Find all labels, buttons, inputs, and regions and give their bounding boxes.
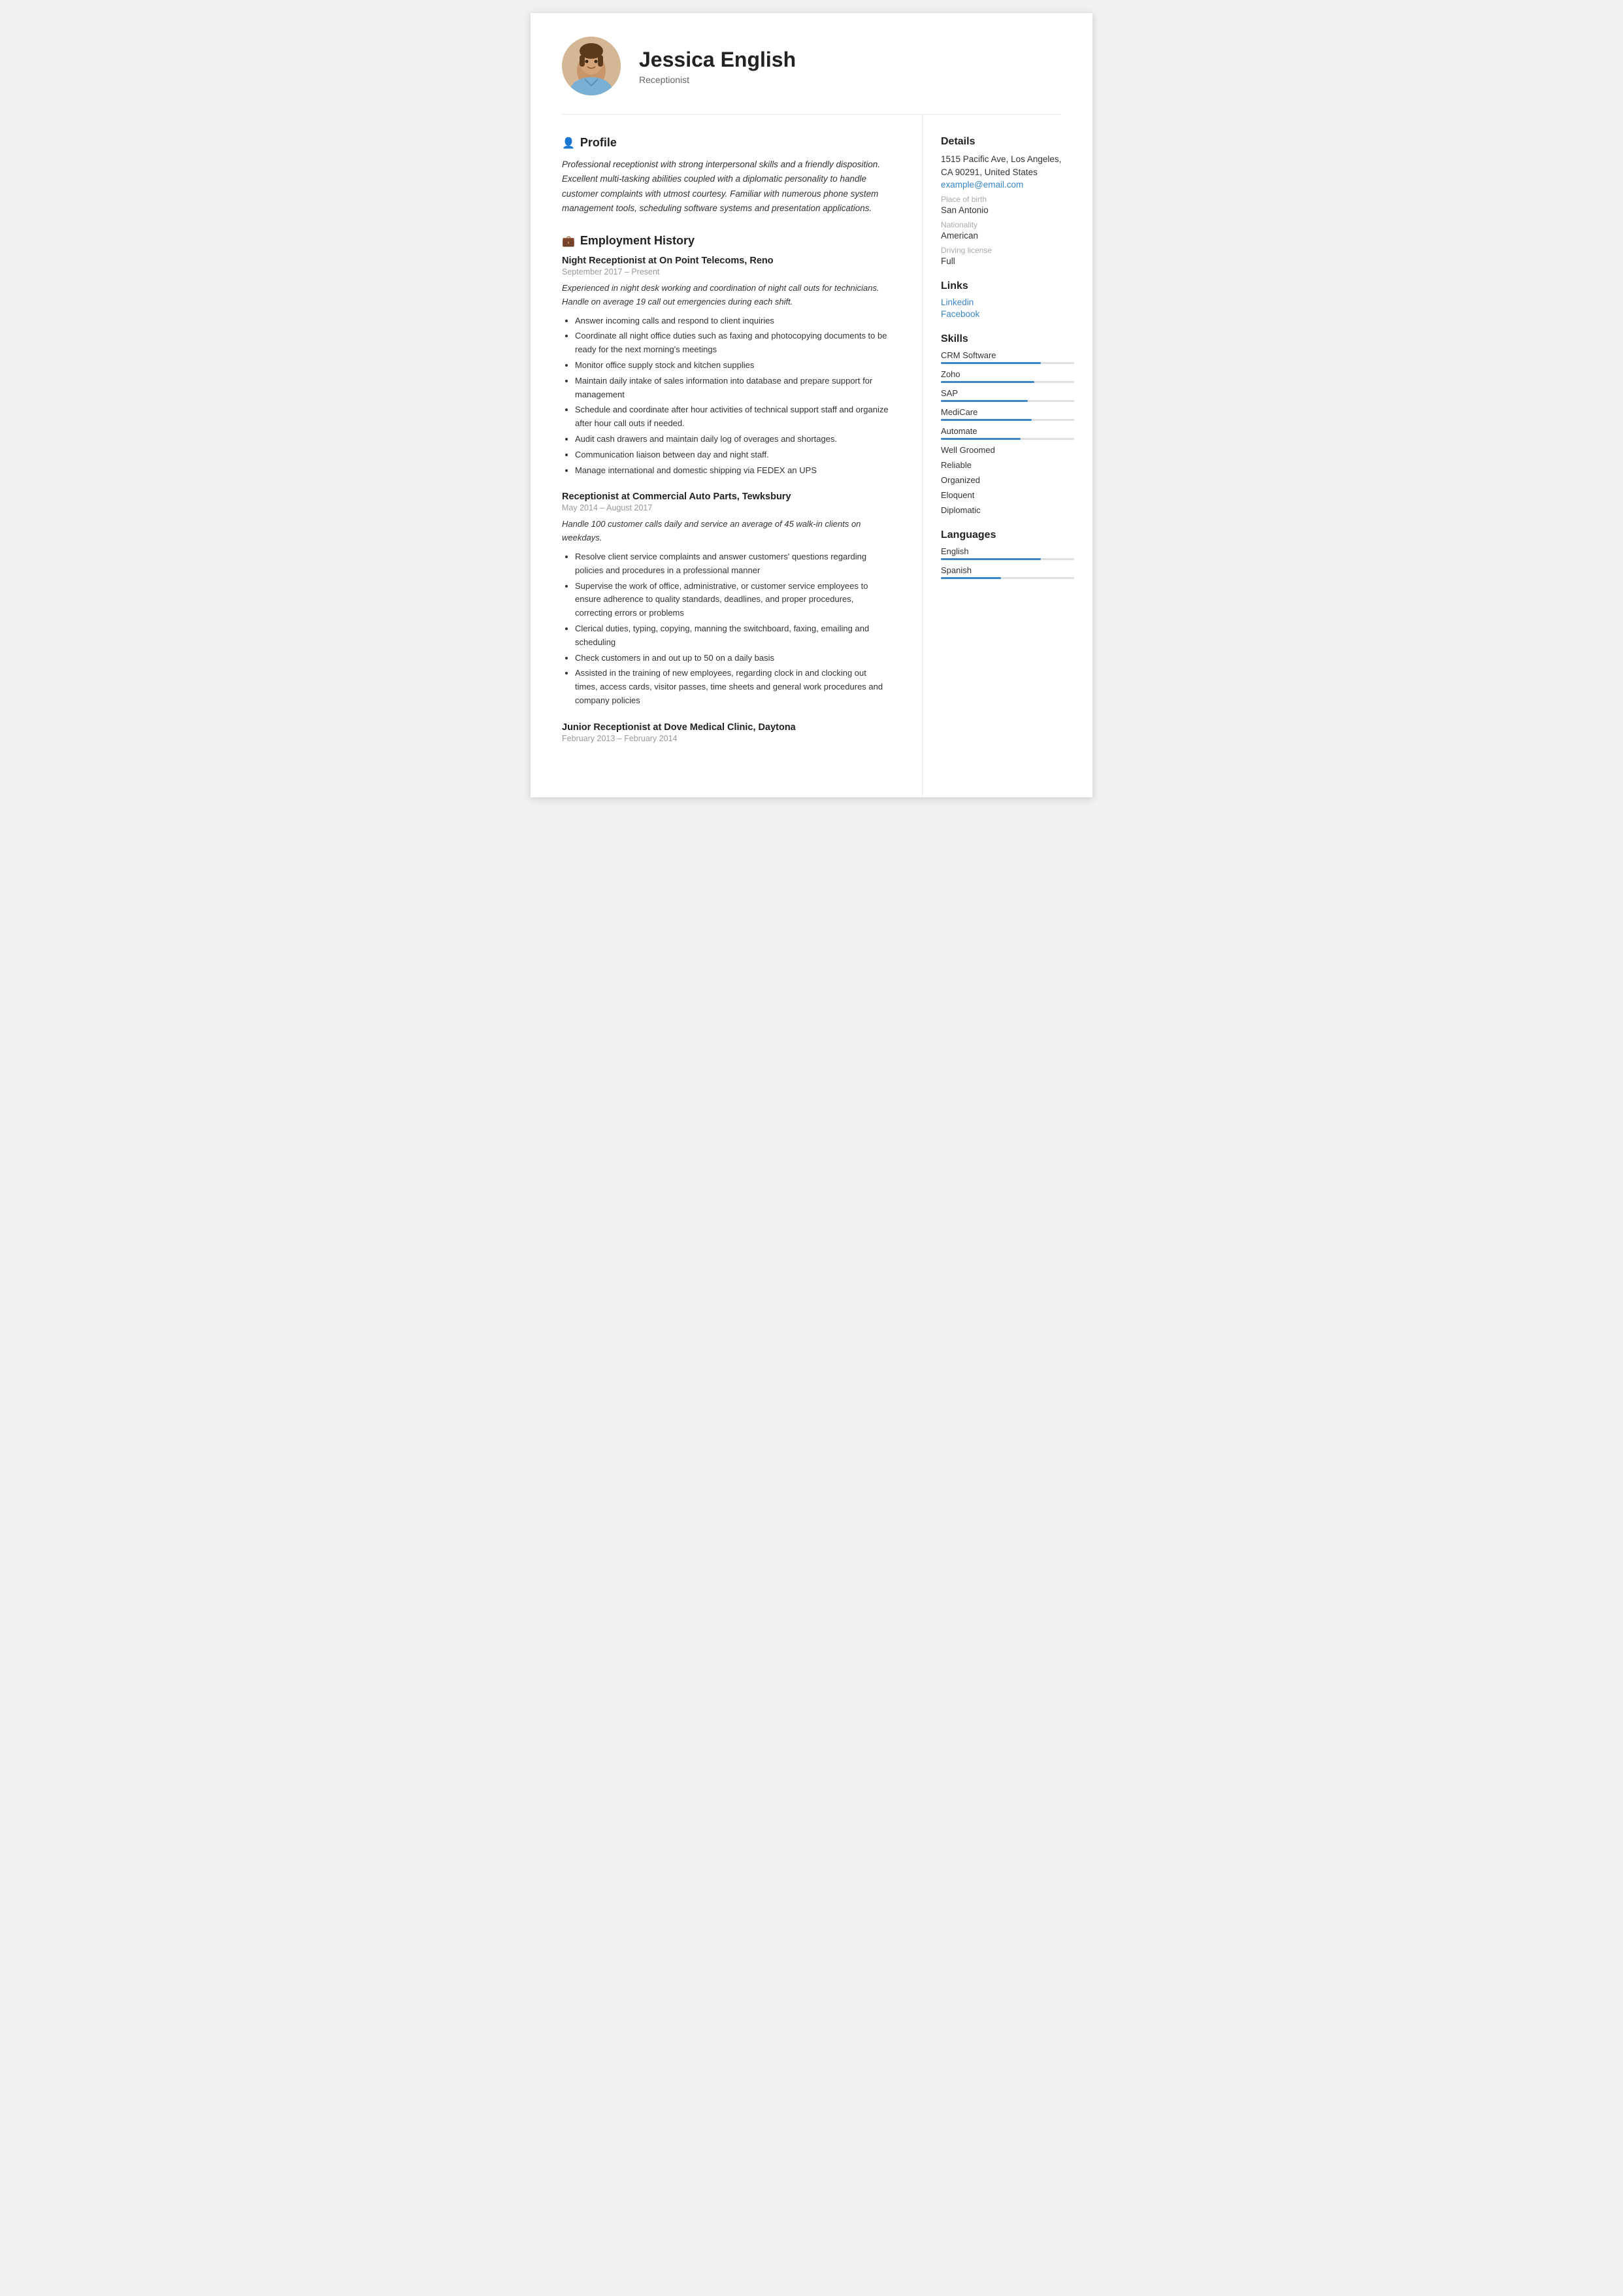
job-2: Receptionist at Commercial Auto Parts, T… xyxy=(562,491,891,707)
list-item: Coordinate all night office duties such … xyxy=(575,329,891,357)
skill-crm-name: CRM Software xyxy=(941,350,1074,360)
skill-crm-bar-bg xyxy=(941,362,1074,364)
place-of-birth-value: San Antonio xyxy=(941,205,1074,215)
skills-title: Skills xyxy=(941,333,1074,345)
linkedin-link[interactable]: Linkedin xyxy=(941,297,1074,307)
header: Jessica English Receptionist xyxy=(531,13,1092,114)
skill-eloquent: Eloquent xyxy=(941,490,1074,500)
header-info: Jessica English Receptionist xyxy=(639,47,796,85)
profile-icon: 👤 xyxy=(562,137,575,150)
candidate-title: Receptionist xyxy=(639,75,796,85)
job-1: Night Receptionist at On Point Telecoms,… xyxy=(562,256,891,477)
employment-section: 💼 Employment History Night Receptionist … xyxy=(562,234,891,743)
links-title: Links xyxy=(941,280,1074,292)
employment-section-title: 💼 Employment History xyxy=(562,234,891,248)
job-3-dates: February 2013 – February 2014 xyxy=(562,734,891,743)
job-2-desc: Handle 100 customer calls daily and serv… xyxy=(562,518,891,545)
job-2-title: Receptionist at Commercial Auto Parts, T… xyxy=(562,491,891,502)
detail-email: example@email.com xyxy=(941,180,1074,190)
lang-spanish-bar-bg xyxy=(941,577,1074,579)
lang-spanish-name: Spanish xyxy=(941,565,1074,575)
skill-medicare-bar-bg xyxy=(941,419,1074,421)
avatar xyxy=(562,37,621,95)
resume-container: Jessica English Receptionist 👤 Profile P… xyxy=(531,13,1092,797)
job-2-bullets: Resolve client service complaints and an… xyxy=(562,550,891,708)
skill-reliable-name: Reliable xyxy=(941,460,1074,470)
profile-text: Professional receptionist with strong in… xyxy=(562,158,891,216)
main-column: 👤 Profile Professional receptionist with… xyxy=(531,115,923,797)
list-item: Audit cash drawers and maintain daily lo… xyxy=(575,433,891,446)
skill-sap-bar-fill xyxy=(941,400,1028,402)
facebook-link[interactable]: Facebook xyxy=(941,309,1074,319)
nationality-label: Nationality xyxy=(941,220,1074,229)
candidate-name: Jessica English xyxy=(639,47,796,72)
profile-section-title: 👤 Profile xyxy=(562,136,891,150)
profile-section: 👤 Profile Professional receptionist with… xyxy=(562,136,891,216)
skill-zoho-bar-fill xyxy=(941,381,1034,383)
list-item: Assisted in the training of new employee… xyxy=(575,667,891,707)
languages-title: Languages xyxy=(941,529,1074,541)
skill-automate-name: Automate xyxy=(941,426,1074,436)
links-section: Links Linkedin Facebook xyxy=(941,280,1074,319)
resume-body: 👤 Profile Professional receptionist with… xyxy=(531,115,1092,797)
skill-automate: Automate xyxy=(941,426,1074,440)
skill-well-groomed-name: Well Groomed xyxy=(941,445,1074,455)
skill-crm-bar-fill xyxy=(941,362,1041,364)
job-2-dates: May 2014 – August 2017 xyxy=(562,503,891,512)
list-item: Monitor office supply stock and kitchen … xyxy=(575,359,891,373)
skill-sap-bar-bg xyxy=(941,400,1074,402)
driving-license-value: Full xyxy=(941,256,1074,266)
skill-medicare: MediCare xyxy=(941,407,1074,421)
job-1-desc: Experienced in night desk working and co… xyxy=(562,282,891,309)
languages-section: Languages English Spanish xyxy=(941,529,1074,579)
job-3: Junior Receptionist at Dove Medical Clin… xyxy=(562,722,891,743)
skill-crm: CRM Software xyxy=(941,350,1074,364)
skill-organized: Organized xyxy=(941,475,1074,485)
lang-english-bar-bg xyxy=(941,558,1074,560)
lang-spanish: Spanish xyxy=(941,565,1074,579)
list-item: Resolve client service complaints and an… xyxy=(575,550,891,578)
skill-eloquent-name: Eloquent xyxy=(941,490,1074,500)
list-item: Maintain daily intake of sales informati… xyxy=(575,374,891,402)
list-item: Manage international and domestic shippi… xyxy=(575,464,891,478)
job-3-title: Junior Receptionist at Dove Medical Clin… xyxy=(562,722,891,733)
list-item: Supervise the work of office, administra… xyxy=(575,580,891,620)
skill-automate-bar-fill xyxy=(941,438,1021,440)
job-1-title: Night Receptionist at On Point Telecoms,… xyxy=(562,256,891,266)
nationality-value: American xyxy=(941,231,1074,241)
list-item: Communication liaison between day and ni… xyxy=(575,448,891,462)
skills-section: Skills CRM Software Zoho SAP xyxy=(941,333,1074,515)
skill-sap: SAP xyxy=(941,388,1074,402)
skill-medicare-bar-fill xyxy=(941,419,1032,421)
details-title: Details xyxy=(941,136,1074,148)
job-1-bullets: Answer incoming calls and respond to cli… xyxy=(562,314,891,478)
skill-diplomatic-name: Diplomatic xyxy=(941,505,1074,515)
skill-sap-name: SAP xyxy=(941,388,1074,398)
skill-automate-bar-bg xyxy=(941,438,1074,440)
lang-english-name: English xyxy=(941,546,1074,556)
details-section: Details 1515 Pacific Ave, Los Angeles, C… xyxy=(941,136,1074,266)
skill-diplomatic: Diplomatic xyxy=(941,505,1074,515)
skill-zoho-bar-bg xyxy=(941,381,1074,383)
skill-medicare-name: MediCare xyxy=(941,407,1074,417)
skill-zoho-name: Zoho xyxy=(941,369,1074,379)
driving-license-label: Driving license xyxy=(941,246,1074,255)
job-1-dates: September 2017 – Present xyxy=(562,267,891,276)
list-item: Clerical duties, typing, copying, mannin… xyxy=(575,622,891,650)
skill-organized-name: Organized xyxy=(941,475,1074,485)
skill-zoho: Zoho xyxy=(941,369,1074,383)
employment-icon: 💼 xyxy=(562,235,575,248)
lang-english: English xyxy=(941,546,1074,560)
detail-address: 1515 Pacific Ave, Los Angeles, CA 90291,… xyxy=(941,153,1074,180)
side-column: Details 1515 Pacific Ave, Los Angeles, C… xyxy=(923,115,1092,797)
list-item: Check customers in and out up to 50 on a… xyxy=(575,652,891,665)
lang-english-bar-fill xyxy=(941,558,1041,560)
skill-well-groomed: Well Groomed xyxy=(941,445,1074,455)
lang-spanish-bar-fill xyxy=(941,577,1001,579)
place-of-birth-label: Place of birth xyxy=(941,195,1074,204)
skill-reliable: Reliable xyxy=(941,460,1074,470)
list-item: Schedule and coordinate after hour activ… xyxy=(575,403,891,431)
list-item: Answer incoming calls and respond to cli… xyxy=(575,314,891,328)
